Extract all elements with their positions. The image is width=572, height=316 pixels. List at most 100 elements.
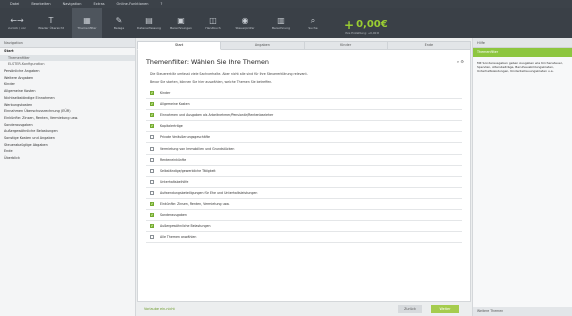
- next-button[interactable]: Weiter: [431, 305, 459, 313]
- hint-link[interactable]: Vorlaube ein-nicht: [144, 307, 175, 311]
- nav-item[interactable]: Ende: [0, 148, 135, 155]
- topic-checkbox[interactable]: [150, 168, 154, 173]
- topic-checkbox[interactable]: [150, 146, 154, 151]
- book-icon: ◫: [209, 15, 217, 25]
- help-topic: Themenfilter: [473, 48, 572, 57]
- nav-item[interactable]: ELSTER-Konfiguration: [0, 61, 135, 68]
- menu-online[interactable]: Online-Funktionen: [117, 0, 149, 8]
- nav-item[interactable]: Außergewöhnliche Belastungen: [0, 128, 135, 135]
- tab-angaben[interactable]: Angaben: [221, 41, 305, 50]
- topic-row[interactable]: Alle Themen anwählen: [146, 232, 462, 244]
- topic-label: Unterhaltsbeihilfe: [160, 179, 189, 184]
- nav-item[interactable]: Start: [0, 48, 135, 55]
- menu-file[interactable]: Datei: [10, 0, 19, 8]
- nav-item[interactable]: Einnahmen Überschussrechnung (EÜR): [0, 108, 135, 115]
- form-icon: ▥: [277, 15, 285, 25]
- topic-row[interactable]: Allgemeine Kosten: [146, 99, 462, 111]
- nav-item[interactable]: Einkünfte: Zinsen, Renten, Vermietung us…: [0, 115, 135, 122]
- nav-item[interactable]: Themenfilter: [0, 54, 135, 62]
- tab-start[interactable]: Start: [137, 41, 222, 50]
- search-button[interactable]: ⌕ Suche: [298, 8, 328, 38]
- help-panel: Hilfe Themenfilter Mit Sonderausgaben ge…: [472, 38, 572, 316]
- topic-label: Private Veräußerungsgeschäfte: [160, 135, 210, 140]
- topic-checkbox[interactable]: [150, 190, 154, 195]
- menu-help[interactable]: ?: [160, 0, 162, 8]
- topic-checkbox[interactable]: [150, 224, 154, 229]
- topic-row[interactable]: Aufwendungsbeteiligungen für Ehe und Unt…: [146, 188, 462, 199]
- berechnungen-button[interactable]: ▣ Berechnungen: [166, 8, 196, 38]
- topic-row[interactable]: Renteneinkünfte: [146, 155, 462, 166]
- topic-label: Kapitalerträge: [160, 124, 183, 129]
- topic-row[interactable]: Außergewöhnliche Belastungen: [146, 221, 462, 233]
- topic-row[interactable]: Einnahmen und Ausgaben als Arbeitnehmer/…: [146, 110, 462, 122]
- title-controls[interactable]: ⌕ ⚙: [457, 59, 464, 64]
- topic-row[interactable]: Einkünfte: Zinsen, Renten, Vermietung us…: [146, 199, 462, 211]
- nav-item[interactable]: Werbungskosten: [0, 102, 135, 109]
- topic-checkbox[interactable]: [150, 201, 154, 206]
- overview-button[interactable]: T Wieder Übersicht: [36, 8, 66, 38]
- topic-checkbox[interactable]: [150, 157, 154, 162]
- toolbar-label: Suche: [308, 25, 318, 30]
- nav-item[interactable]: Nichtselbständige Einnahmen: [0, 95, 135, 102]
- toolbar-label: zurück / vor: [8, 25, 26, 30]
- topic-row[interactable]: Unterhaltsbeihilfe: [146, 177, 462, 188]
- topic-row[interactable]: Vermietung von Immobilien und Grundstück…: [146, 143, 462, 155]
- steuerpruefer-button[interactable]: ◉ Steuerprüfer: [230, 8, 260, 38]
- nav-item[interactable]: Persönliche Angaben: [0, 68, 135, 75]
- menu-extras[interactable]: Extras: [93, 0, 104, 8]
- handbuch-button[interactable]: ◫ Handbuch: [198, 8, 228, 38]
- topic-checkbox[interactable]: [150, 113, 154, 118]
- edit-icon: ✎: [115, 15, 123, 25]
- back-forward-icon: ←→: [10, 15, 24, 25]
- toolbar-label: Themenfilter: [77, 25, 97, 30]
- nav-item[interactable]: Kinder: [0, 81, 135, 88]
- topic-checkbox[interactable]: [150, 179, 154, 184]
- back-button[interactable]: Zurück: [398, 305, 422, 313]
- nav-item[interactable]: Sonstige Kosten und Angaben: [0, 135, 135, 142]
- topic-checkbox[interactable]: [150, 124, 154, 129]
- topic-row[interactable]: Selbständige/gewerbliche Tätigkeit: [146, 166, 462, 177]
- belege-button[interactable]: ✎ Belege: [104, 8, 134, 38]
- topic-row[interactable]: Kapitalerträge: [146, 121, 462, 133]
- nav-item[interactable]: Allgemeine Kosten: [0, 88, 135, 95]
- toolbar-label: Steuerprüfer: [235, 25, 255, 30]
- topic-label: Außergewöhnliche Belastungen: [160, 224, 211, 229]
- topic-row[interactable]: Private Veräußerungsgeschäfte: [146, 132, 462, 144]
- help-title: Hilfe: [473, 38, 572, 48]
- back-forward-button[interactable]: ←→ zurück / vor: [2, 8, 32, 38]
- refund-amount: + 0,00€: [344, 19, 388, 31]
- berechnung-button[interactable]: ▥ Berechnung: [266, 8, 296, 38]
- toolbar-label: Handbuch: [205, 25, 221, 30]
- nav-item[interactable]: Sonderausgaben: [0, 122, 135, 129]
- topic-label: Alle Themen anwählen: [160, 235, 197, 240]
- topic-row[interactable]: Sonderausgaben: [146, 210, 462, 222]
- main-panel: Themenfilter: Wählen Sie Ihre Themen ⌕ ⚙…: [137, 50, 471, 302]
- topic-label: Vermietung von Immobilien und Grundstück…: [160, 146, 235, 151]
- description-line-1: Die Steuererklär umfasst viele Sachverha…: [150, 72, 308, 76]
- topic-checkbox[interactable]: [150, 135, 154, 140]
- tab-kinder[interactable]: Kinder: [304, 41, 388, 50]
- topic-checkbox[interactable]: [150, 102, 154, 107]
- filter-icon: ▦: [83, 15, 91, 25]
- topic-label: Renteneinkünfte: [160, 157, 187, 162]
- menu-edit[interactable]: Bearbeiten: [31, 0, 50, 8]
- nav-item[interactable]: Weitere Angaben: [0, 75, 135, 82]
- themenfilter-button[interactable]: ▦ Themenfilter: [72, 8, 102, 38]
- topic-checkbox[interactable]: [150, 235, 154, 240]
- menu-navigation[interactable]: Navigation: [63, 0, 82, 8]
- topic-label: Kinder: [160, 91, 171, 96]
- topic-checkbox[interactable]: [150, 91, 154, 96]
- nav-item[interactable]: Überblick: [0, 155, 135, 162]
- topic-label: Allgemeine Kosten: [160, 102, 190, 107]
- help-footer[interactable]: Weitere Themen: [473, 307, 572, 316]
- topic-label: Einkünfte: Zinsen, Renten, Vermietung us…: [160, 201, 230, 206]
- topic-row[interactable]: Kinder: [146, 88, 462, 100]
- topic-label: Aufwendungsbeteiligungen für Ehe und Unt…: [160, 190, 258, 195]
- search-icon: ⌕: [310, 15, 316, 25]
- amount-sign: +: [344, 18, 355, 32]
- nav-title: Navigation: [0, 38, 135, 48]
- datenerfassung-button[interactable]: ▤ Datenerfassung: [134, 8, 164, 38]
- nav-item[interactable]: Steuerabzüglige Abgaben: [0, 142, 135, 149]
- topic-checkbox[interactable]: [150, 213, 154, 218]
- tab-ende[interactable]: Ende: [387, 41, 471, 50]
